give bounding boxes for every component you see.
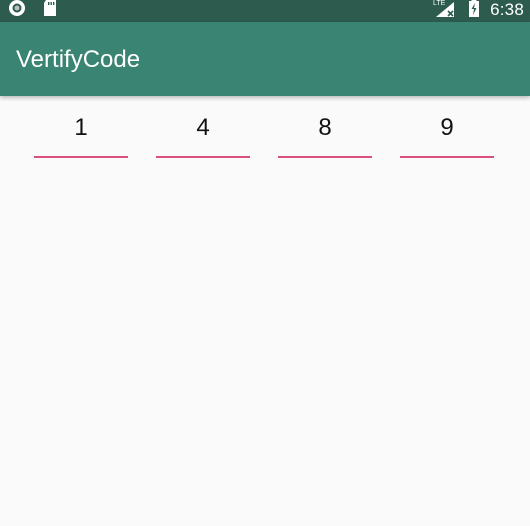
- app-title: VertifyCode: [16, 46, 141, 73]
- code-box-3[interactable]: 8: [278, 110, 372, 158]
- code-digit: 4: [196, 114, 210, 141]
- signal-lte-icon: LTE: [432, 0, 458, 23]
- svg-text:LTE: LTE: [433, 0, 446, 7]
- app-bar: VertifyCode: [0, 22, 530, 96]
- code-digit: 1: [74, 114, 88, 141]
- battery-charging-icon: [468, 0, 480, 23]
- status-time: 6:38: [490, 0, 524, 19]
- code-digit: 8: [318, 114, 332, 141]
- code-box-2[interactable]: 4: [156, 110, 250, 158]
- verify-code-row[interactable]: 1 4 8 9: [0, 110, 530, 160]
- code-underline: [400, 156, 494, 158]
- code-underline: [278, 156, 372, 158]
- sd-card-icon: [42, 0, 58, 22]
- code-box-1[interactable]: 1: [34, 110, 128, 158]
- record-icon: [8, 0, 26, 22]
- code-underline: [156, 156, 250, 158]
- status-left-icons: [8, 0, 58, 22]
- status-right-icons: LTE 6:38: [432, 0, 524, 20]
- code-box-4[interactable]: 9: [400, 110, 494, 158]
- code-underline: [34, 156, 128, 158]
- code-digit: 9: [440, 114, 454, 141]
- status-bar: LTE 6:38: [0, 0, 530, 22]
